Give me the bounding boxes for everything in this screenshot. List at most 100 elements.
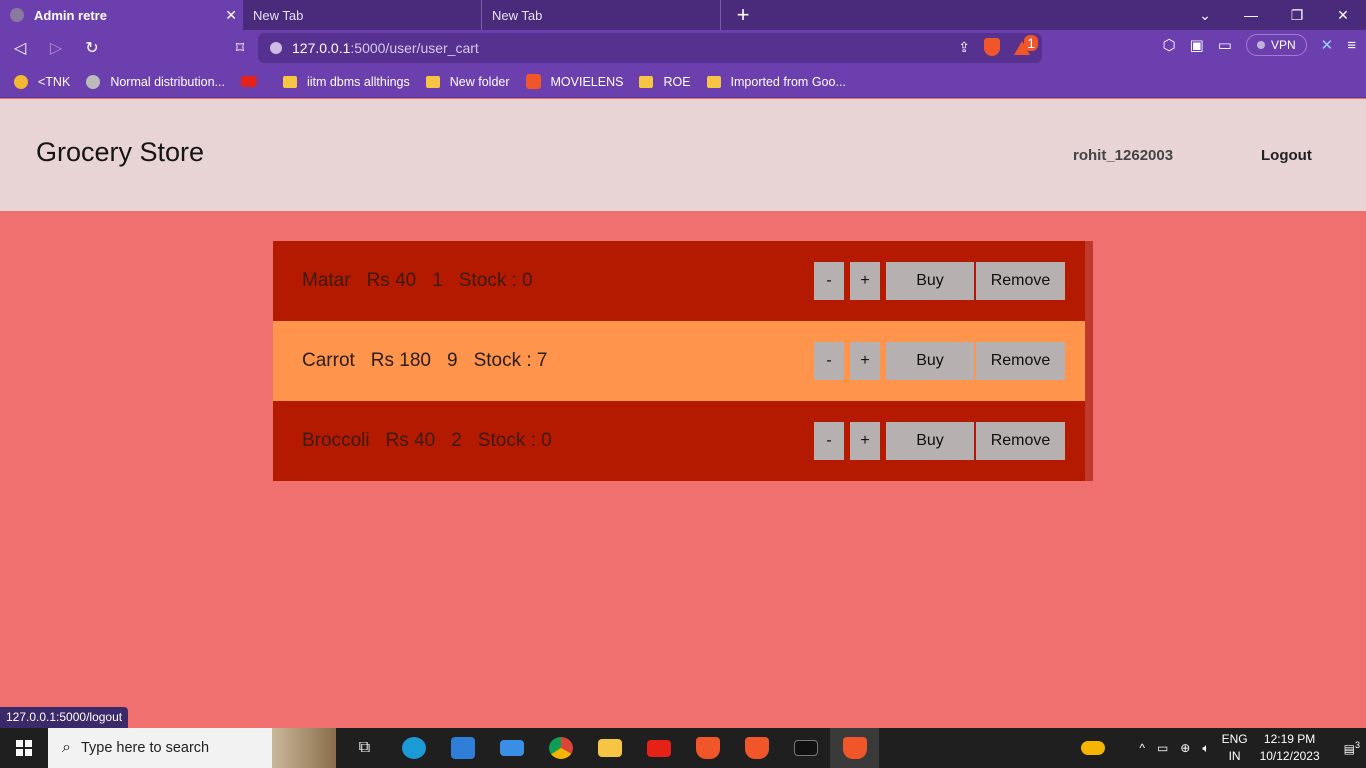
vpn-button[interactable]: VPN (1245, 34, 1307, 56)
notification-icon[interactable]: ▤3 (1344, 740, 1360, 756)
folder-icon (639, 75, 654, 88)
search-icon: ⌕ (62, 739, 71, 756)
item-stock: Stock : 0 (458, 270, 533, 291)
bookmark-item[interactable]: MOVIELENS (525, 74, 624, 89)
brave-active-icon[interactable] (830, 728, 879, 768)
store-icon[interactable] (438, 728, 487, 768)
increment-button[interactable]: + (850, 262, 880, 300)
plus-icon: + (736, 2, 750, 27)
buy-button[interactable]: Buy (886, 262, 974, 300)
username-link[interactable]: rohit_1262003 (1073, 147, 1173, 164)
item-quantity: 2 (451, 430, 462, 451)
wallet-icon[interactable]: ▭ (1218, 36, 1232, 54)
search-highlight-image (272, 728, 336, 768)
minimize-icon[interactable]: — (1228, 0, 1274, 30)
bookmark-label: ROE (663, 74, 691, 89)
bookmark-item[interactable]: New folder (425, 75, 510, 89)
decrement-button[interactable]: - (814, 262, 844, 300)
chevron-up-icon[interactable]: ^ (1139, 741, 1145, 755)
remove-button[interactable]: Remove (976, 262, 1065, 300)
mail-icon[interactable] (487, 728, 536, 768)
bookmark-item[interactable]: ROE (639, 74, 691, 89)
cart-item-row: Broccoli Rs 40 2 Stock : 0 - + Buy Remov… (273, 401, 1085, 481)
cart-item-row: Carrot Rs 180 9 Stock : 7 - + Buy Remove (273, 321, 1085, 401)
bookmark-item[interactable]: Normal distribution... (86, 74, 225, 89)
volume-icon[interactable]: 🔈︎ (1202, 741, 1209, 756)
brave-rewards-icon[interactable]: 1 (1014, 35, 1038, 55)
address-bar[interactable]: 127.0.0.1:5000/user/user_cart ⇪ 1 (258, 33, 1042, 63)
browser-tab-active[interactable]: Admin retre ✕ (0, 0, 243, 30)
cart-item-info: Carrot Rs 180 9 Stock : 7 (302, 321, 564, 401)
cart-scrollbar[interactable] (1085, 241, 1093, 481)
cart-item-row: Matar Rs 40 1 Stock : 0 - + Buy Remove (273, 241, 1085, 321)
bookmarks-bar: <TNK Normal distribution... iitm dbms al… (0, 66, 1366, 98)
item-price: Rs 40 (385, 430, 436, 451)
clock[interactable]: 12:19 PM 10/12/2023 (1260, 731, 1320, 765)
decrement-button[interactable]: - (814, 422, 844, 460)
start-button[interactable] (0, 728, 48, 768)
item-stock: Stock : 0 (477, 430, 552, 451)
battery-icon[interactable]: ▭ (1157, 741, 1168, 755)
bookmark-label: MOVIELENS (550, 74, 624, 89)
tab-title: New Tab (253, 7, 304, 23)
cart-item-info: Matar Rs 40 1 Stock : 0 (302, 241, 549, 321)
vpn-status-icon (1256, 41, 1265, 49)
youtube-icon[interactable] (634, 728, 683, 768)
extension-x-icon[interactable]: ✕ (1321, 36, 1334, 54)
bookmark-label: iitm dbms allthings (306, 74, 410, 89)
close-icon[interactable]: ✕ (225, 7, 237, 24)
remove-button[interactable]: Remove (976, 342, 1065, 380)
bookmark-item[interactable] (240, 76, 267, 87)
buy-button[interactable]: Buy (886, 342, 974, 380)
restore-icon[interactable]: ❐ (1274, 0, 1320, 30)
remove-button[interactable]: Remove (976, 422, 1065, 460)
sidebar-icon[interactable]: ▣ (1190, 36, 1204, 54)
new-tab-button[interactable]: + (721, 0, 765, 30)
logout-link[interactable]: Logout (1261, 147, 1312, 164)
region-code: IN (1228, 749, 1241, 763)
brave-icon[interactable] (683, 728, 732, 768)
taskbar-search[interactable]: ⌕ Type here to search (48, 728, 336, 768)
buy-button[interactable]: Buy (886, 422, 974, 460)
brave-shield-icon[interactable] (984, 38, 1000, 56)
terminal-icon[interactable] (781, 728, 830, 768)
rewards-badge: 1 (1024, 35, 1038, 51)
language-indicator[interactable]: ENG IN (1222, 731, 1248, 765)
browser-tab[interactable]: New Tab (482, 0, 721, 30)
brand-title[interactable]: Grocery Store (36, 137, 204, 168)
network-icon[interactable]: ⊕ (1180, 741, 1190, 755)
bookmark-item[interactable]: Imported from Goo... (706, 75, 846, 89)
file-explorer-icon[interactable] (585, 728, 634, 768)
increment-button[interactable]: + (850, 342, 880, 380)
extensions-icon[interactable]: ⬡ (1162, 36, 1175, 54)
site-info-icon[interactable] (270, 42, 282, 54)
url-host: 127.0.0.1 (292, 40, 351, 56)
folder-icon (282, 75, 297, 88)
task-view-icon[interactable]: ⧉ (340, 728, 389, 768)
windows-logo-icon (16, 740, 32, 756)
bookmark-icon[interactable]: ⌑ (224, 32, 256, 64)
taskbar-apps: ⧉ (340, 728, 879, 768)
close-window-icon[interactable]: ✕ (1320, 0, 1366, 30)
back-icon[interactable]: ◁ (4, 32, 36, 64)
tab-search-chevron-icon[interactable]: ⌄ (1182, 0, 1228, 30)
chrome-icon[interactable] (536, 728, 585, 768)
reload-icon[interactable]: ↻ (76, 32, 108, 64)
clock-time: 12:19 PM (1263, 732, 1316, 746)
browser-tab[interactable]: New Tab (243, 0, 482, 30)
bookmark-item[interactable]: iitm dbms allthings (282, 74, 410, 89)
share-icon[interactable]: ⇪ (958, 39, 970, 56)
bookmark-item[interactable]: <TNK (14, 74, 70, 89)
forward-icon[interactable]: ▷ (40, 32, 72, 64)
system-tray: ^ ▭ ⊕ 🔈︎ ENG IN 12:19 PM 10/12/2023 ▤3 (1075, 728, 1366, 768)
increment-button[interactable]: + (850, 422, 880, 460)
site-icon (86, 74, 101, 89)
browser-toolbar: ◁ ▷ ↻ ⌑ 127.0.0.1:5000/user/user_cart ⇪ … (0, 30, 1366, 66)
menu-icon[interactable]: ≡ (1347, 37, 1356, 54)
edge-icon[interactable] (389, 728, 438, 768)
brave-profile-icon[interactable] (732, 728, 781, 768)
cart-list: Matar Rs 40 1 Stock : 0 - + Buy Remove C… (273, 241, 1093, 481)
decrement-button[interactable]: - (814, 342, 844, 380)
notification-count: 3 (1354, 740, 1360, 750)
weather-icon[interactable] (1081, 741, 1106, 755)
